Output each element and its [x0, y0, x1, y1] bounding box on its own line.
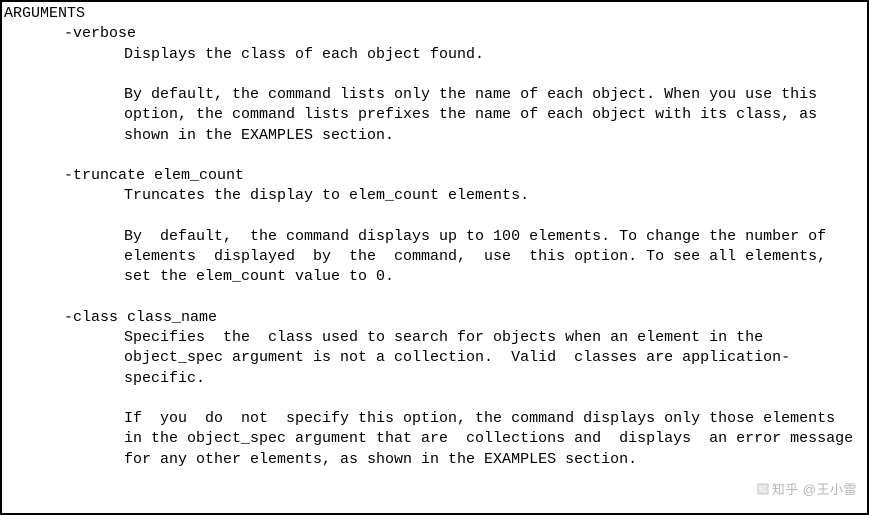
watermark-text: 知乎 @王小雷 [772, 482, 857, 497]
argument-description: Specifies the class used to search for o… [124, 328, 857, 389]
section-header: ARGUMENTS [4, 4, 861, 24]
watermark: 知知乎 @王小雷 [756, 481, 857, 499]
blank-line [4, 65, 861, 85]
svg-text:知: 知 [758, 484, 766, 494]
argument-description: Displays the class of each object found. [124, 45, 857, 65]
argument-block: -truncate elem_count Truncates the displ… [4, 166, 861, 288]
blank-line [4, 146, 861, 166]
argument-name: -verbose [64, 24, 861, 44]
argument-name: -class class_name [64, 308, 861, 328]
blank-line [4, 389, 861, 409]
argument-block: -verbose Displays the class of each obje… [4, 24, 861, 146]
argument-description: By default, the command lists only the n… [124, 85, 857, 146]
argument-block: -class class_name Specifies the class us… [4, 308, 861, 470]
blank-line [4, 288, 861, 308]
argument-name: -truncate elem_count [64, 166, 861, 186]
manpage-frame: ARGUMENTS -verbose Displays the class of… [0, 0, 869, 515]
argument-description: Truncates the display to elem_count elem… [124, 186, 857, 206]
blank-line [4, 207, 861, 227]
argument-description: By default, the command displays up to 1… [124, 227, 857, 288]
zhihu-icon: 知 [756, 482, 770, 496]
argument-description: If you do not specify this option, the c… [124, 409, 857, 470]
